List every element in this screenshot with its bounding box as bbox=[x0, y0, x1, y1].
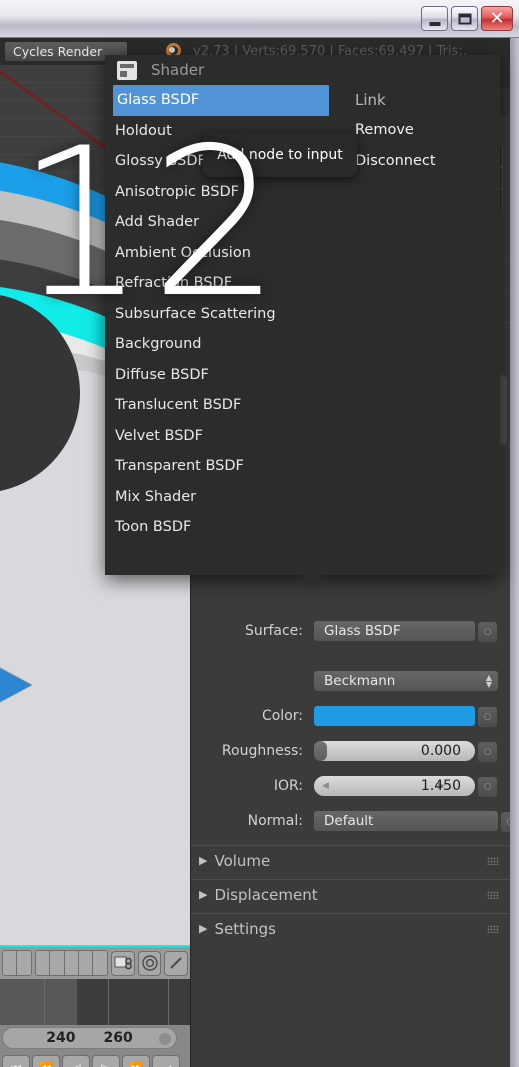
field-ior[interactable]: IOR: ◀ 1.450 ▶ ○ bbox=[191, 773, 511, 799]
menu-pointer-arrow bbox=[301, 575, 323, 587]
menu-item-glass-bsdf[interactable]: Glass BSDF bbox=[113, 85, 329, 116]
field-value: Default bbox=[324, 813, 374, 829]
field-color[interactable]: Color: ○ bbox=[191, 703, 511, 729]
timeline-scrollbar[interactable]: 240 260 bbox=[2, 1027, 177, 1049]
maximize-button[interactable] bbox=[451, 6, 478, 31]
surface-shader-selector[interactable]: Glass BSDF ○ bbox=[313, 620, 498, 643]
timeline-tick-label: 240 bbox=[46, 1030, 76, 1046]
mode-cell[interactable] bbox=[3, 951, 18, 975]
menu-item-anisotropic-bsdf[interactable]: Anisotropic BSDF bbox=[105, 177, 337, 208]
panel-settings[interactable]: ▶ Settings bbox=[191, 913, 511, 943]
shader-node-icon bbox=[117, 60, 137, 80]
field-roughness[interactable]: Roughness: 0.000 ○ bbox=[191, 738, 511, 764]
menu-item-transparent-bsdf[interactable]: Transparent BSDF bbox=[105, 451, 337, 482]
field-value: 1.450 bbox=[420, 778, 461, 794]
viewport-arrow-head-icon bbox=[0, 655, 32, 715]
mode-button-group[interactable] bbox=[2, 950, 33, 976]
link-node-icon[interactable]: ○ bbox=[477, 706, 498, 728]
menu-item-add-shader[interactable]: Add Shader bbox=[105, 207, 337, 238]
timeline-tick-label: 260 bbox=[103, 1030, 133, 1046]
chevron-updown-icon: ▲ ▼ bbox=[485, 673, 492, 689]
snap-cell[interactable] bbox=[50, 951, 65, 975]
chevron-right-icon: ▶ bbox=[199, 854, 208, 867]
render-display-icon[interactable] bbox=[111, 950, 135, 976]
menu-item-subsurface-scattering[interactable]: Subsurface Scattering bbox=[105, 299, 337, 330]
menu-item-refraction-bsdf[interactable]: Refraction BSDF bbox=[105, 268, 337, 299]
field-label: Color: bbox=[261, 708, 303, 724]
prev-keyframe-button[interactable]: ⏪ bbox=[32, 1055, 60, 1067]
menu-item-remove[interactable]: Remove bbox=[355, 115, 497, 146]
window-right-edge bbox=[510, 38, 519, 1067]
tooltip: Add node to input bbox=[203, 133, 357, 177]
link-node-icon[interactable]: ○ bbox=[477, 776, 498, 798]
menu-item-toon-bsdf[interactable]: Toon BSDF bbox=[105, 512, 337, 543]
menu-item-disconnect[interactable]: Disconnect bbox=[355, 146, 497, 177]
ior-slider[interactable]: ◀ 1.450 ▶ ○ bbox=[313, 775, 498, 798]
panel-label: Displacement bbox=[214, 885, 318, 904]
close-button[interactable]: ✕ bbox=[481, 6, 513, 31]
link-node-icon[interactable]: ○ bbox=[477, 621, 498, 643]
pivot-icon[interactable] bbox=[164, 950, 188, 976]
field-label: IOR: bbox=[273, 778, 303, 794]
panel-grip-icon[interactable] bbox=[487, 891, 499, 899]
viewport-shading-icon[interactable] bbox=[137, 950, 162, 976]
field-label: Normal: bbox=[247, 813, 303, 829]
decrement-icon[interactable]: ◀ bbox=[322, 781, 329, 791]
snap-cell[interactable] bbox=[78, 951, 94, 975]
screenshot-root: ✕ Cycles Render v2.73 | Verts:69,570 | F… bbox=[0, 0, 519, 1067]
menu-item-diffuse-bsdf[interactable]: Diffuse BSDF bbox=[105, 360, 337, 391]
field-value: Beckmann bbox=[324, 673, 396, 689]
viewport-header-toolbar[interactable] bbox=[0, 945, 190, 979]
distribution-dropdown[interactable]: Beckmann ▲ ▼ bbox=[313, 670, 499, 692]
field-label: Roughness: bbox=[221, 743, 303, 759]
window-titlebar: ✕ bbox=[0, 0, 519, 38]
jump-start-button[interactable]: ⏮ bbox=[2, 1055, 30, 1067]
next-keyframe-button[interactable]: ⏩ bbox=[122, 1055, 150, 1067]
field-normal[interactable]: Normal: Default ○ bbox=[191, 808, 519, 834]
snap-button-group[interactable] bbox=[35, 950, 109, 976]
playback-controls[interactable]: ⏮ ⏪ ◁ ▷ ⏩ ⏭ bbox=[0, 1053, 190, 1067]
menu-title-row: Shader bbox=[105, 55, 500, 85]
play-button[interactable]: ▷ bbox=[92, 1055, 120, 1067]
menu-item-ambient-occlusion[interactable]: Ambient Occlusion bbox=[105, 238, 337, 269]
timeline-editor[interactable]: 240 260 ⏮ ⏪ ◁ ▷ ⏩ ⏭ bbox=[0, 979, 190, 1067]
menu-title-label: Shader bbox=[151, 61, 205, 79]
menu-item-background[interactable]: Background bbox=[105, 329, 337, 360]
panel-grip-icon[interactable] bbox=[487, 925, 499, 933]
timeline-track[interactable] bbox=[0, 979, 190, 1025]
window-controls: ✕ bbox=[421, 6, 513, 31]
snap-cell[interactable] bbox=[93, 951, 108, 975]
color-swatch[interactable]: ○ bbox=[313, 705, 498, 728]
panel-grip-icon[interactable] bbox=[487, 857, 499, 865]
menu-item-velvet-bsdf[interactable]: Velvet BSDF bbox=[105, 421, 337, 452]
snap-cell[interactable] bbox=[36, 951, 51, 975]
field-distribution[interactable]: Beckmann ▲ ▼ bbox=[191, 668, 511, 694]
field-label: Surface: bbox=[244, 623, 303, 639]
field-value: Glass BSDF bbox=[324, 623, 401, 639]
close-icon: ✕ bbox=[489, 7, 505, 29]
panel-volume[interactable]: ▶ Volume bbox=[191, 845, 511, 875]
minimize-icon bbox=[429, 21, 440, 26]
chevron-right-icon: ▶ bbox=[199, 922, 208, 935]
panel-label: Volume bbox=[214, 851, 271, 870]
field-surface[interactable]: Surface: Glass BSDF ○ bbox=[191, 618, 511, 644]
menu-section-link-header: Link bbox=[355, 91, 386, 109]
normal-selector[interactable]: Default ○ bbox=[313, 810, 519, 833]
timeline-scroll-knob[interactable] bbox=[159, 1033, 171, 1045]
chevron-right-icon: ▶ bbox=[199, 888, 208, 901]
menu-item-translucent-bsdf[interactable]: Translucent BSDF bbox=[105, 390, 337, 421]
menu-column-link: Link Remove Disconnect bbox=[337, 85, 497, 543]
link-node-icon[interactable]: ○ bbox=[477, 741, 498, 763]
menu-item-mix-shader[interactable]: Mix Shader bbox=[105, 482, 337, 513]
roughness-slider[interactable]: 0.000 ○ bbox=[313, 740, 498, 763]
mode-cell[interactable] bbox=[17, 951, 32, 975]
field-value: 0.000 bbox=[420, 743, 461, 759]
snap-cell[interactable] bbox=[64, 951, 79, 975]
panel-displacement[interactable]: ▶ Displacement bbox=[191, 879, 511, 909]
maximize-icon bbox=[458, 13, 471, 24]
play-reverse-button[interactable]: ◁ bbox=[62, 1055, 90, 1067]
jump-end-button[interactable]: ⏭ bbox=[152, 1055, 180, 1067]
panel-label: Settings bbox=[214, 919, 276, 938]
minimize-button[interactable] bbox=[421, 6, 448, 31]
